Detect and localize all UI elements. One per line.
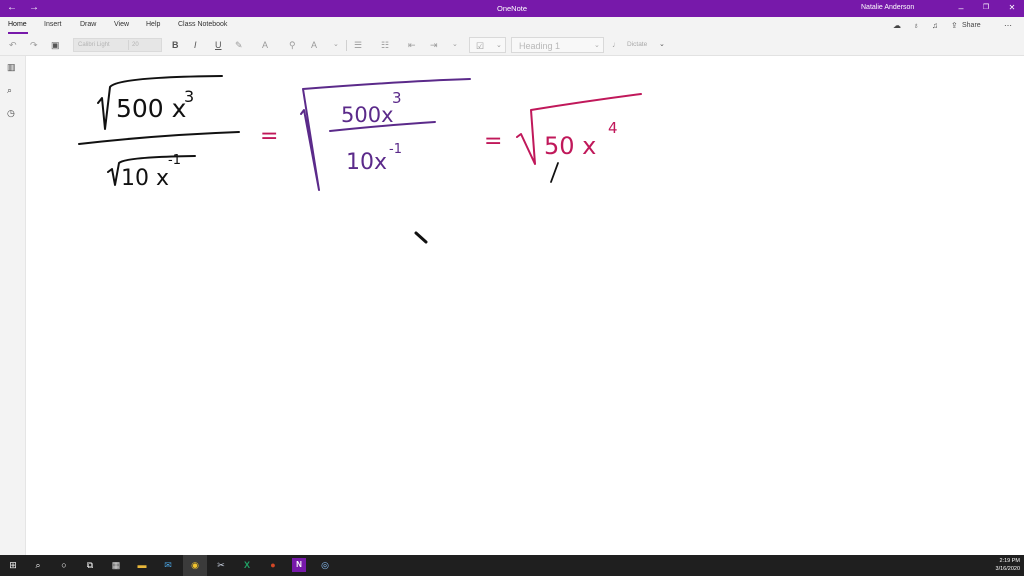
numerator-text-2: 500x (341, 103, 394, 127)
lightbulb-icon[interactable]: ♁ (913, 21, 919, 30)
minimize-icon[interactable]: – (951, 2, 971, 14)
system-clock[interactable]: 2:19 PM 3/16/2020 (972, 557, 1020, 573)
restore-icon[interactable]: ❐ (976, 2, 996, 14)
clock-date: 3/16/2020 (995, 566, 1020, 572)
ink-layer: 500 x 3 10 x -1 = 500x 3 10x -1 = 50 x 4 (78, 75, 642, 244)
tab-draw[interactable]: Draw (80, 21, 96, 28)
excel-icon[interactable]: X (240, 558, 254, 572)
toolbar-separator (346, 40, 347, 51)
ribbon-toolbar: ↶ ↷ ▣ Calibri Light 20 B I U ✎ A ⚲ A ⌄ ☰… (0, 34, 1024, 56)
checkbox-tag-icon: ☑ (476, 41, 485, 51)
font-size-value[interactable]: 20 (132, 42, 139, 48)
font-color-icon[interactable]: A (262, 39, 268, 51)
style-chevron-down-icon: ⌄ (594, 42, 600, 49)
mail-icon[interactable]: ✉ (161, 558, 175, 572)
denominator-text-2: 10x (346, 150, 387, 175)
expression-2: 500x 3 10x -1 = (300, 78, 502, 191)
onenote-window: ← → OneNote Natalie Anderson – ❐ ✕ Home … (0, 0, 1024, 576)
share-button[interactable]: Share (962, 22, 981, 29)
feedback-icon[interactable]: ☁ (893, 21, 901, 30)
recent-clock-icon[interactable]: ◷ (7, 108, 15, 119)
page-canvas[interactable]: 500 x 3 10 x -1 = 500x 3 10x -1 = 50 x 4 (27, 57, 1024, 555)
task-view-icon[interactable]: ⧉ (83, 558, 97, 572)
style-value: Heading 1 (519, 41, 561, 51)
paragraph-chevron-down-icon[interactable]: ⌄ (452, 39, 458, 51)
user-name[interactable]: Natalie Anderson (861, 4, 914, 11)
dictate-button[interactable]: Dictate (627, 41, 647, 48)
numerator-exponent: 3 (184, 87, 194, 106)
text-effects-icon[interactable]: A (311, 39, 317, 51)
result-base: 50 x (544, 132, 596, 160)
font-box-divider (128, 40, 129, 50)
indent-icon[interactable]: ⇥ (430, 39, 438, 51)
tag-chevron-down-icon: ⌄ (496, 42, 502, 49)
navigation-rail: ▥ ⌕ ◷ (0, 56, 26, 555)
snipping-tool-icon[interactable]: ✂ (214, 558, 228, 572)
close-icon[interactable]: ✕ (1002, 2, 1022, 14)
tab-insert[interactable]: Insert (44, 21, 62, 28)
clipboard-icon[interactable]: ▣ (51, 39, 60, 51)
equals-sign-1: = (260, 124, 278, 149)
taskbar-search-icon[interactable]: ⌕ (31, 558, 45, 572)
equals-sign-2: = (484, 129, 502, 154)
font-name-value: Calibri Light (78, 42, 110, 48)
title-bar: ← → OneNote Natalie Anderson – ❐ ✕ (0, 0, 1024, 17)
style-picker[interactable]: Heading 1 ⌄ (511, 37, 604, 53)
ink-dot (414, 231, 428, 244)
numerator-exponent-2: 3 (392, 89, 402, 107)
numbered-list-icon[interactable]: ☷ (381, 39, 389, 51)
chrome-icon[interactable]: ◉ (188, 558, 202, 572)
tab-help[interactable]: Help (146, 21, 160, 28)
redo-icon[interactable]: ↷ (30, 39, 38, 51)
font-picker[interactable]: Calibri Light 20 (73, 38, 162, 52)
tab-home[interactable]: Home (8, 21, 27, 28)
outdent-icon[interactable]: ⇤ (408, 39, 416, 51)
tab-view[interactable]: View (114, 21, 129, 28)
expression-3: 50 x 4 (516, 93, 642, 183)
italic-button[interactable]: I (194, 39, 197, 51)
browser-icon[interactable]: ◎ (318, 558, 332, 572)
share-icon[interactable]: ⇪ (951, 21, 958, 30)
format-painter-icon[interactable]: ⚲ (289, 39, 296, 51)
highlight-icon[interactable]: ✎ (235, 39, 243, 51)
clock-time: 2:19 PM (999, 558, 1020, 564)
bullet-list-icon[interactable]: ☰ (354, 39, 362, 51)
numerator-text: 500 x (116, 94, 186, 123)
windows-start-icon[interactable]: ⊞ (6, 558, 20, 572)
cortana-icon[interactable]: ○ (57, 558, 71, 572)
more-options-icon[interactable]: ⋯ (1004, 21, 1012, 30)
microphone-icon[interactable]: ♩ (612, 39, 620, 51)
onenote-icon[interactable]: N (292, 558, 306, 572)
notebooks-icon[interactable]: ▥ (7, 62, 16, 73)
powerpoint-icon[interactable]: ● (266, 558, 280, 572)
bold-button[interactable]: B (172, 39, 179, 51)
file-explorer-icon[interactable]: ▬ (135, 558, 149, 572)
notification-bell-icon[interactable]: ♫ (932, 21, 938, 30)
underline-button[interactable]: U (215, 39, 222, 51)
store-icon[interactable]: ▦ (109, 558, 123, 572)
windows-taskbar: ⊞ ⌕ ○ ⧉ ▦ ▬ ✉ ◉ ✂ X ● N ◎ 2:19 PM 3/16/2… (0, 555, 1024, 576)
undo-icon[interactable]: ↶ (9, 39, 17, 51)
result-exponent: 4 (608, 119, 618, 137)
denominator-text: 10 x (121, 166, 169, 191)
fraction-bar (78, 131, 240, 145)
chevron-down-icon[interactable]: ⌄ (333, 39, 339, 51)
denominator-exponent-2: -1 (389, 142, 402, 157)
cancel-tick (550, 162, 559, 183)
more-chevron-down-icon[interactable]: ⌄ (659, 39, 665, 51)
search-icon[interactable]: ⌕ (7, 85, 12, 96)
ribbon-tabs: Home Insert Draw View Help Class Noteboo… (0, 17, 1024, 34)
tab-class-notebook[interactable]: Class Notebook (178, 21, 227, 28)
denominator-exponent: -1 (168, 153, 181, 168)
tag-picker[interactable]: ☑ ⌄ (469, 37, 506, 53)
